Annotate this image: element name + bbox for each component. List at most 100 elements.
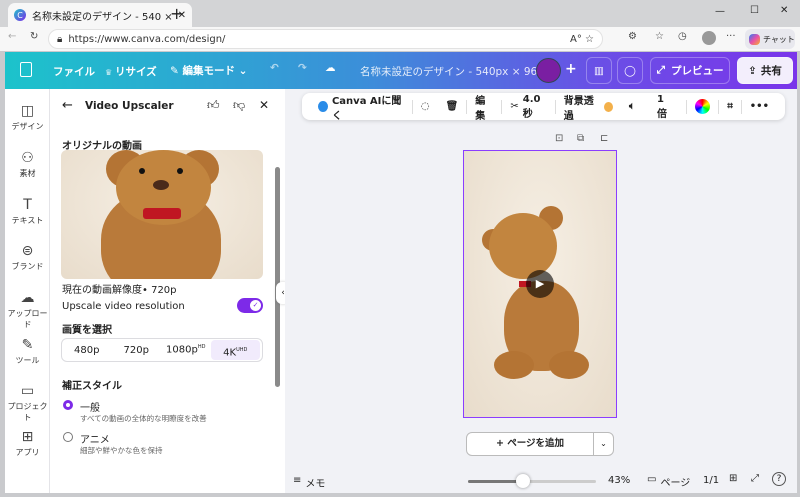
avatar[interactable] <box>536 58 561 83</box>
panel-scrollbar[interactable] <box>275 167 280 387</box>
document-title[interactable]: 名称未設定のデザイン - 540px × 960... <box>360 64 554 79</box>
read-aloud-star-icon[interactable]: A° ☆ <box>570 34 594 45</box>
side-panel-toggle-icon[interactable] <box>20 62 32 77</box>
fullscreen-icon[interactable]: ⤢ <box>751 473 759 484</box>
apps-icon: ⊞ <box>21 429 34 445</box>
quality-720p[interactable]: 720p <box>112 345 162 356</box>
hd-badge: HD <box>197 344 206 351</box>
canvas-area: Canva AIに聞く ◌ 🗑︎ 編集 ✂ 4.0秒 背景透過 🔈︎ 1倍 ⌗ •… <box>285 89 797 493</box>
notes-button[interactable]: ≡ メモ <box>293 475 325 490</box>
comments-button[interactable]: ◯ <box>617 57 643 84</box>
layout-icon: ◫ <box>20 103 35 119</box>
share-button[interactable]: ⇪ 共有 <box>737 57 793 84</box>
radio-unselected[interactable] <box>63 432 73 442</box>
share-icon: ⇪ <box>748 64 757 77</box>
style-label: 一般 <box>80 403 100 414</box>
quality-selector: 480p 720p 1080pHD 4KUHD <box>61 338 263 362</box>
copilot-chat-button[interactable]: チャット <box>745 29 795 49</box>
quality-1080p[interactable]: 1080pHD <box>161 344 211 355</box>
favorites-icon[interactable]: ☆ <box>655 31 664 42</box>
volume-button[interactable]: 🔈︎ <box>621 101 643 112</box>
rail-item-design[interactable]: ◫ デザイン <box>5 103 50 132</box>
quality-480p[interactable]: 480p <box>62 345 112 356</box>
insights-button[interactable]: ▥ <box>586 57 612 84</box>
radio-selected[interactable] <box>63 400 73 410</box>
style-desc: 細部や鮮やかな色を保持 <box>80 446 163 455</box>
zoom-slider-fill <box>468 480 524 483</box>
upscale-label: Upscale video resolution <box>62 301 185 312</box>
profile-avatar[interactable] <box>702 31 716 45</box>
add-page-dropdown[interactable]: ⌄ <box>593 433 613 455</box>
thumbs-down-icon[interactable]: 👎︎ <box>233 98 245 113</box>
rail-item-text[interactable]: T テキスト <box>5 197 50 226</box>
add-page-icon[interactable]: ⊏ <box>600 133 608 144</box>
crop-button[interactable]: ⌗ <box>719 101 741 112</box>
crown-icon: ♛ <box>105 68 115 77</box>
preview-button[interactable]: ⤢ プレビュー <box>650 57 730 84</box>
speed-button[interactable]: 1倍 <box>643 94 686 120</box>
minimize-icon[interactable]: — <box>715 6 725 17</box>
duplicate-page-icon[interactable]: ⧉ <box>577 133 584 144</box>
trim-button[interactable]: ✂ 4.0秒 <box>502 94 555 120</box>
rail-label: プロジェクト <box>7 402 48 422</box>
add-collaborator-icon[interactable]: + <box>565 61 577 77</box>
close-window-icon[interactable]: ✕ <box>780 5 788 16</box>
back-arrow-icon[interactable]: ← <box>62 98 73 113</box>
video-upscaler-panel: ← Video Upscaler 👍︎ 👎︎ ✕ オリジナルの動画 現在の動画解… <box>50 89 285 493</box>
thumbs-up-icon[interactable]: 👍︎ <box>207 98 220 113</box>
quality-4k[interactable]: 4KUHD <box>210 340 260 360</box>
extensions-icon[interactable]: ⚙ <box>628 31 637 42</box>
zoom-slider-thumb[interactable] <box>516 474 531 488</box>
grid-view-icon[interactable]: ⊞ <box>729 473 737 484</box>
more-icon[interactable]: ··· <box>726 31 736 42</box>
help-icon[interactable]: ? <box>772 472 786 486</box>
add-page-button-group: + ページを追加 ⌄ <box>466 432 614 456</box>
edit-mode-dropdown[interactable]: ✎ 編集モード ⌄ <box>170 63 247 78</box>
new-tab-icon[interactable]: + <box>170 4 183 23</box>
crown-icon <box>603 101 613 112</box>
ask-canva-ai-button[interactable]: Canva AIに聞く <box>310 92 412 122</box>
rail-item-tools[interactable]: ✎ ツール <box>5 337 50 366</box>
delete-button[interactable]: 🗑︎ <box>438 101 467 112</box>
more-options-button[interactable]: ••• <box>742 101 777 112</box>
rail-item-apps[interactable]: ⊞ アプリ <box>5 429 50 458</box>
rail-item-elements[interactable]: ⚇ 素材 <box>5 150 50 179</box>
maximize-icon[interactable]: ☐ <box>750 5 759 16</box>
bg-remove-button[interactable]: 背景透過 <box>556 92 621 122</box>
history-icon[interactable]: ◷ <box>678 31 687 42</box>
pencil-icon: ✎ <box>170 65 183 77</box>
style-desc: すべての動画の全体的な明瞭度を改善 <box>80 414 207 423</box>
rail-label: ツール <box>15 356 40 365</box>
quality-heading: 画質を選択 <box>62 325 112 336</box>
browser-tab[interactable]: C 名称未設定のデザイン - 540 × 960px ✕ <box>8 3 192 27</box>
file-menu[interactable]: ファイル <box>53 64 95 79</box>
upscale-toggle[interactable]: ✓ <box>237 298 263 313</box>
rail-item-brand[interactable]: ⊜ ブランド <box>5 243 50 272</box>
rail-item-projects[interactable]: ▭ プロジェクト <box>5 383 50 423</box>
reload-icon[interactable]: ↻ <box>30 31 38 42</box>
resize-button[interactable]: ♛ リサイズ <box>105 64 157 79</box>
lock-page-icon[interactable]: ⊡ <box>555 133 563 144</box>
redo-icon[interactable]: ↷ <box>298 62 307 74</box>
close-panel-icon[interactable]: ✕ <box>259 98 269 112</box>
uhd-badge: UHD <box>236 347 248 353</box>
comment-add-button[interactable]: ◌ <box>413 101 438 112</box>
url-input[interactable]: 🔒︎ https://www.canva.com/design/ A° ☆ <box>48 29 603 49</box>
play-button[interactable]: ▶ <box>526 270 554 298</box>
edit-button[interactable]: 編集 <box>467 92 501 122</box>
add-page-button[interactable]: + ページを追加 <box>467 433 593 455</box>
undo-icon[interactable]: ↶ <box>270 62 279 74</box>
edit-label: 編集 <box>475 95 486 122</box>
share-label: 共有 <box>760 65 782 77</box>
lock-icon: 🔒︎ <box>57 33 63 45</box>
notes-label: メモ <box>305 479 326 490</box>
back-icon[interactable]: ← <box>8 31 16 42</box>
rail-label: ブランド <box>11 262 44 271</box>
cloud-saved-icon[interactable]: ☁ <box>325 62 336 74</box>
zoom-level[interactable]: 43% <box>608 475 630 486</box>
color-button[interactable] <box>687 99 718 114</box>
zoom-slider[interactable] <box>468 474 596 488</box>
rail-item-uploads[interactable]: ☁ アップロード <box>5 290 50 330</box>
rail-label: 素材 <box>19 169 36 178</box>
pages-button[interactable]: ▭ ページ <box>647 474 690 489</box>
